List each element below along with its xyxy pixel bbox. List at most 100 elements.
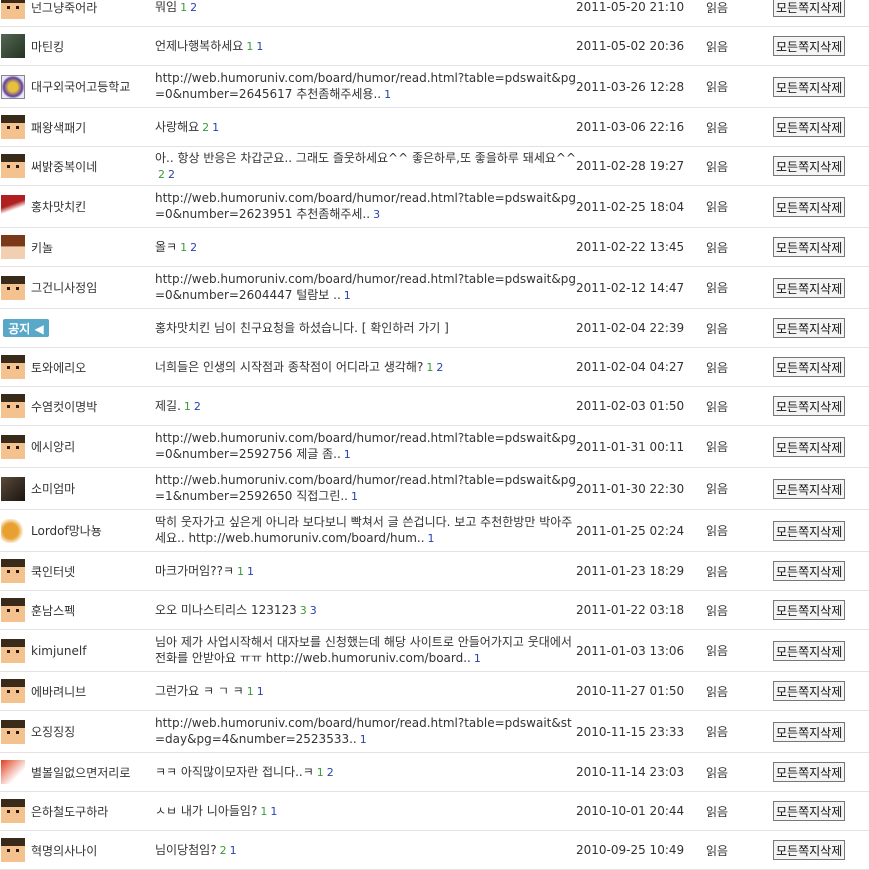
message-text[interactable]: 딱히 웃자가고 싶은게 아니라 보다보니 빡쳐서 글 쓴겁니다. 보고 추천한방… xyxy=(155,515,572,545)
message-text[interactable]: 사랑해요 xyxy=(155,120,199,134)
message-preview[interactable]: 그런가요 ㅋ ㄱ ㅋ11 xyxy=(155,683,576,700)
message-preview[interactable]: http://web.humoruniv.com/board/humor/rea… xyxy=(155,70,576,103)
sender-name[interactable]: 혁명의사나이 xyxy=(31,842,97,859)
avatar-photo-icon[interactable] xyxy=(1,34,25,58)
delete-all-button[interactable]: 모든쪽지삭제 xyxy=(773,318,846,338)
sender-name[interactable]: 패왕색패기 xyxy=(31,119,86,136)
sender-name[interactable]: 소미엄마 xyxy=(31,480,75,497)
delete-all-button[interactable]: 모든쪽지삭제 xyxy=(773,801,846,821)
message-text[interactable]: 홍차맛치킨 님이 친구요청을 하셨습니다. [ 확인하러 가기 ] xyxy=(155,321,449,335)
message-preview[interactable]: 마크가머임??ㅋ 1 1 xyxy=(155,563,576,580)
message-text[interactable]: http://web.humoruniv.com/board/humor/rea… xyxy=(155,191,576,221)
avatar-dragon-icon[interactable] xyxy=(1,518,25,543)
sender-name[interactable]: 은하철도구하라 xyxy=(31,803,108,820)
message-preview[interactable]: 제길. 1 2 xyxy=(155,398,576,415)
avatar-pixel-face-icon[interactable] xyxy=(1,434,25,459)
delete-all-button[interactable]: 모든쪽지삭제 xyxy=(773,721,846,742)
delete-all-button[interactable]: 모든쪽지삭제 xyxy=(773,396,846,416)
delete-all-button[interactable]: 모든쪽지삭제 xyxy=(773,156,846,176)
message-preview[interactable]: 너희들은 인생의 시작점과 종착점이 어디라고 생각해? 1 2 xyxy=(155,359,576,376)
message-preview[interactable]: 오오 미나스티리스 123123 3 3 xyxy=(155,602,576,619)
delete-all-button[interactable]: 모든쪽지삭제 xyxy=(773,196,846,217)
message-preview[interactable]: http://web.humoruniv.com/board/humor/rea… xyxy=(155,715,576,748)
message-preview[interactable]: 언제나행복하세요 1 1 xyxy=(155,38,576,55)
message-text[interactable]: 오오 미나스티리스 123123 xyxy=(155,603,297,617)
avatar-bird-icon[interactable] xyxy=(1,194,25,219)
avatar-pixel-face-icon[interactable] xyxy=(1,559,25,583)
message-preview[interactable]: ㅋㅋ 아직많이모자란 접니다..ㅋ 1 2 xyxy=(155,764,576,781)
message-preview[interactable]: 올ㅋ 1 2 xyxy=(155,239,576,256)
avatar-dark-photo-icon[interactable] xyxy=(1,476,25,501)
message-preview[interactable]: 뭐임 1 2 xyxy=(155,0,576,16)
avatar-anime-icon[interactable] xyxy=(1,235,25,259)
sender-name[interactable]: 그건니사정임 xyxy=(31,279,97,296)
sender-name[interactable]: 쿡인터넷 xyxy=(31,563,75,580)
message-preview[interactable]: http://web.humoruniv.com/board/humor/rea… xyxy=(155,472,576,505)
message-text[interactable]: 그런가요 ㅋ ㄱ ㅋ xyxy=(155,684,244,698)
message-text[interactable]: ㅅㅂ 내가 니아들임? xyxy=(155,804,257,818)
sender-name[interactable]: Lordof망나뇽 xyxy=(31,522,102,539)
avatar-school-emblem-icon[interactable] xyxy=(1,74,25,99)
avatar-pixel-face-icon[interactable] xyxy=(1,799,25,823)
message-preview[interactable]: http://web.humoruniv.com/board/humor/rea… xyxy=(155,190,576,223)
message-preview[interactable]: 사랑해요 2 1 xyxy=(155,119,576,136)
avatar-pixel-face-icon[interactable] xyxy=(1,598,25,622)
avatar-pixel-face-icon[interactable] xyxy=(1,679,25,703)
avatar-pixel-face-icon[interactable] xyxy=(1,394,25,418)
avatar-pixel-face-icon[interactable] xyxy=(1,275,25,300)
message-preview[interactable]: 님아 제가 사업시작해서 대자보를 신청했는데 해당 사이트로 안들어가지고 웃… xyxy=(155,634,576,667)
message-text[interactable]: ㅋㅋ 아직많이모자란 접니다..ㅋ xyxy=(155,765,314,779)
delete-all-button[interactable]: 모든쪽지삭제 xyxy=(773,76,846,97)
sender-name[interactable]: 오징징징 xyxy=(31,723,75,740)
message-preview[interactable]: ㅅㅂ 내가 니아들임? 1 1 xyxy=(155,803,576,820)
sender-name[interactable]: 훈남스펙 xyxy=(31,602,75,619)
message-preview[interactable]: http://web.humoruniv.com/board/humor/rea… xyxy=(155,430,576,463)
delete-all-button[interactable]: 모든쪽지삭제 xyxy=(773,600,846,620)
sender-name[interactable]: 홍차맛치킨 xyxy=(31,198,86,215)
message-text[interactable]: 언제나행복하세요 xyxy=(155,39,243,53)
message-text[interactable]: 마크가머임??ㅋ xyxy=(155,564,234,578)
delete-all-button[interactable]: 모든쪽지삭제 xyxy=(773,277,846,298)
message-text[interactable]: 제길. xyxy=(155,399,181,413)
delete-all-button[interactable]: 모든쪽지삭제 xyxy=(773,237,846,257)
delete-all-button[interactable]: 모든쪽지삭제 xyxy=(773,840,846,860)
sender-name[interactable]: kimjunelf xyxy=(31,644,86,658)
avatar-pixel-face-icon[interactable] xyxy=(1,355,25,379)
delete-all-button[interactable]: 모든쪽지삭제 xyxy=(773,640,846,661)
sender-name[interactable]: 마틴킹 xyxy=(31,38,64,55)
delete-all-button[interactable]: 모든쪽지삭제 xyxy=(773,117,846,137)
sender-name[interactable]: 별볼일없으면저리로 xyxy=(31,764,130,781)
message-preview[interactable]: 아.. 항상 반응은 차갑군요.. 그래도 즐웃하세요^^ 좋은하루,또 좋을하… xyxy=(155,150,576,183)
avatar-pixel-face-icon[interactable] xyxy=(1,638,25,663)
sender-name[interactable]: 키놀 xyxy=(31,239,53,256)
sender-name[interactable]: 대구외국어고등학교 xyxy=(31,78,130,95)
avatar-pixel-face-icon[interactable] xyxy=(1,838,25,862)
sender-name[interactable]: 써밝중복이네 xyxy=(31,158,97,175)
message-preview[interactable]: 홍차맛치킨 님이 친구요청을 하셨습니다. [ 확인하러 가기 ] xyxy=(155,320,576,336)
avatar-pixel-face-icon[interactable] xyxy=(1,154,25,178)
delete-all-button[interactable]: 모든쪽지삭제 xyxy=(773,436,846,457)
message-text[interactable]: http://web.humoruniv.com/board/humor/rea… xyxy=(155,473,576,503)
sender-name[interactable]: 에바려니브 xyxy=(31,683,86,700)
avatar-red-character-icon[interactable] xyxy=(1,760,25,784)
delete-all-button[interactable]: 모든쪽지삭제 xyxy=(773,520,846,541)
message-text[interactable]: 님이당첨임? xyxy=(155,843,217,857)
message-preview[interactable]: http://web.humoruniv.com/board/humor/rea… xyxy=(155,271,576,304)
sender-name[interactable]: 토와에리오 xyxy=(31,359,86,376)
message-preview[interactable]: 님이당첨임? 2 1 xyxy=(155,842,576,859)
delete-all-button[interactable]: 모든쪽지삭제 xyxy=(773,681,846,701)
message-text[interactable]: 아.. 항상 반응은 차갑군요.. 그래도 즐웃하세요^^ 좋은하루,또 좋을하… xyxy=(155,151,576,165)
message-text[interactable]: 뭐임 xyxy=(155,0,177,14)
avatar-pixel-face-icon[interactable] xyxy=(1,115,25,139)
message-text[interactable]: 님아 제가 사업시작해서 대자보를 신청했는데 해당 사이트로 안들어가지고 웃… xyxy=(155,635,572,665)
message-text[interactable]: 너희들은 인생의 시작점과 종착점이 어디라고 생각해? xyxy=(155,360,423,374)
delete-all-button[interactable]: 모든쪽지삭제 xyxy=(773,0,846,17)
message-text[interactable]: http://web.humoruniv.com/board/humor/rea… xyxy=(155,431,576,461)
message-text[interactable]: http://web.humoruniv.com/board/humor/rea… xyxy=(155,71,576,101)
avatar-pixel-face-icon[interactable] xyxy=(1,0,25,19)
sender-name[interactable]: 넌그냥죽어라 xyxy=(31,0,97,16)
sender-name[interactable]: 수염컷이명박 xyxy=(31,398,97,415)
message-preview[interactable]: 딱히 웃자가고 싶은게 아니라 보다보니 빡쳐서 글 쓴겁니다. 보고 추천한방… xyxy=(155,514,576,547)
message-text[interactable]: 올ㅋ xyxy=(155,240,177,254)
delete-all-button[interactable]: 모든쪽지삭제 xyxy=(773,357,846,377)
